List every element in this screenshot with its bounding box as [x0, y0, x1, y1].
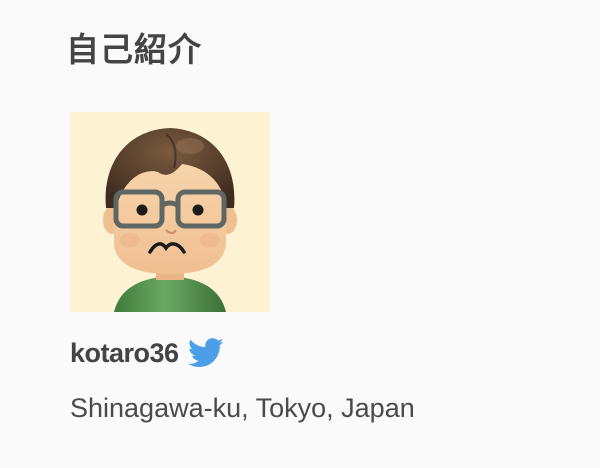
profile-name-row: kotaro36 [70, 334, 224, 372]
location-text: Shinagawa-ku, Tokyo, Japan [70, 393, 415, 423]
section-title: 自己紹介 [66, 30, 202, 69]
twitter-icon[interactable] [187, 338, 224, 368]
avatar [70, 112, 270, 312]
username-link[interactable]: kotaro36 [70, 338, 179, 369]
